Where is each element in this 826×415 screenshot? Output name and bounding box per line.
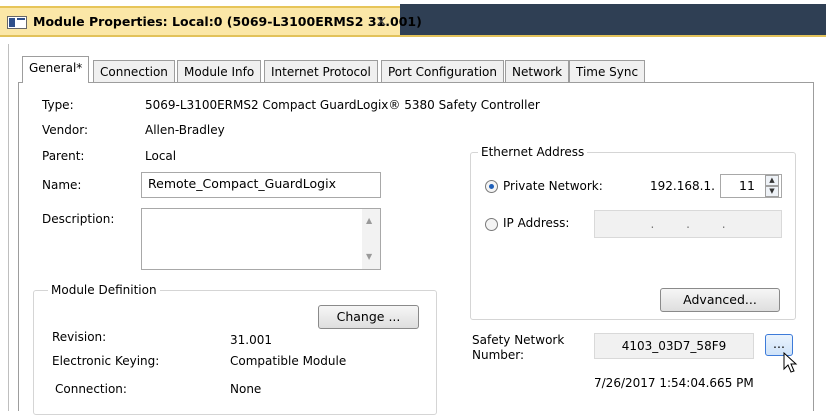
document-tab-strip: Module Properties: Local:0 (5069-L3100ER… (0, 0, 826, 37)
tab-baseline (18, 82, 814, 83)
parent-value: Local (145, 149, 177, 163)
safety-network-timestamp: 7/26/2017 1:54:04.665 PM (594, 376, 754, 390)
scroll-down-icon[interactable]: ▼ (366, 252, 372, 261)
vendor-label: Vendor: (42, 123, 88, 137)
private-network-prefix: 192.168.1. (650, 179, 715, 193)
private-network-radio[interactable] (485, 180, 498, 193)
vendor-value: Allen-Bradley (145, 123, 225, 137)
ip-address-radio[interactable] (485, 218, 498, 231)
safety-network-number-field: 4103_03D7_58F9 (594, 333, 754, 359)
window-icon (7, 16, 27, 29)
type-value: 5069-L3100ERMS2 Compact GuardLogix® 5380… (145, 98, 540, 112)
tab-port-configuration[interactable]: Port Configuration (381, 60, 504, 82)
spin-up-icon[interactable]: ▲ (765, 175, 779, 186)
ip-address-input[interactable]: . . . (594, 210, 782, 238)
advanced-button[interactable]: Advanced... (660, 288, 780, 312)
ethernet-address-title: Ethernet Address (478, 145, 588, 159)
tab-internet-protocol[interactable]: Internet Protocol (264, 60, 378, 82)
window-title: Module Properties: Local:0 (5069-L3100ER… (33, 14, 422, 29)
tab-connection[interactable]: Connection (93, 60, 175, 82)
tab-module-info[interactable]: Module Info (177, 60, 262, 82)
revision-value: 31.001 (230, 333, 272, 347)
ip-address-label: IP Address: (503, 216, 570, 230)
parent-label: Parent: (42, 149, 85, 163)
connection-value: None (230, 382, 262, 396)
description-label: Description: (42, 212, 115, 226)
revision-label: Revision: (52, 330, 107, 344)
name-input[interactable]: Remote_Compact_GuardLogix (141, 172, 381, 198)
tab-network[interactable]: Network (505, 60, 570, 82)
spin-down-icon[interactable]: ▼ (765, 186, 779, 197)
type-label: Type: (42, 98, 74, 112)
document-tab[interactable]: Module Properties: Local:0 (5069-L3100ER… (0, 6, 422, 35)
tab-general[interactable]: General* (22, 56, 90, 83)
change-button[interactable]: Change ... (318, 305, 419, 329)
private-network-label: Private Network: (503, 179, 603, 193)
name-label: Name: (42, 178, 82, 192)
electronic-keying-label: Electronic Keying: (52, 354, 160, 368)
electronic-keying-value: Compatible Module (230, 354, 347, 368)
description-input[interactable] (141, 208, 381, 270)
mouse-cursor-icon (783, 352, 798, 373)
tab-time-sync[interactable]: Time Sync (569, 60, 646, 82)
close-icon[interactable]: × (375, 12, 388, 30)
module-definition-title: Module Definition (48, 283, 160, 297)
safety-network-label-line1: Safety Network (472, 333, 565, 347)
safety-network-label-line2: Number: (472, 348, 525, 362)
tab-strip-background (400, 4, 826, 35)
connection-label: Connection: (55, 382, 127, 396)
scroll-up-icon[interactable]: ▲ (366, 216, 372, 225)
